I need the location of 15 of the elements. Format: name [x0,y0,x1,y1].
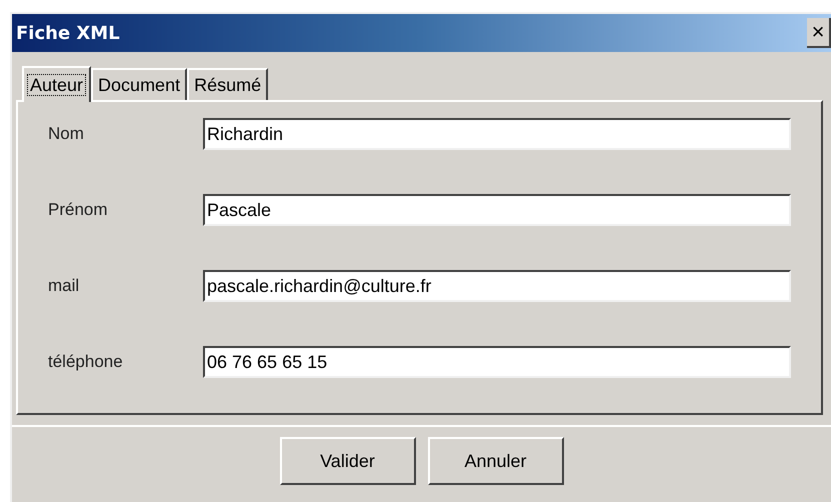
dialog-button[interactable]: Valider [280,437,416,485]
close-button[interactable]: × [807,18,831,48]
tab[interactable]: Résumé [187,68,268,100]
window-title: Fiche XML [16,22,120,46]
input-field[interactable]: pascale.richardin@culture.fr [203,270,791,302]
field-label: Prénom [48,199,109,222]
field-label: téléphone [48,351,124,374]
input-field[interactable]: 06 76 65 65 15 [203,346,791,378]
input-field[interactable]: Pascale [203,194,791,226]
tab[interactable]: Document [91,68,188,100]
dialog-button[interactable]: Annuler [428,437,564,485]
field-label: Nom [48,123,85,146]
tab[interactable]: Auteur [22,66,92,102]
input-field[interactable]: Richardin [203,118,791,150]
field-label: mail [48,275,80,298]
